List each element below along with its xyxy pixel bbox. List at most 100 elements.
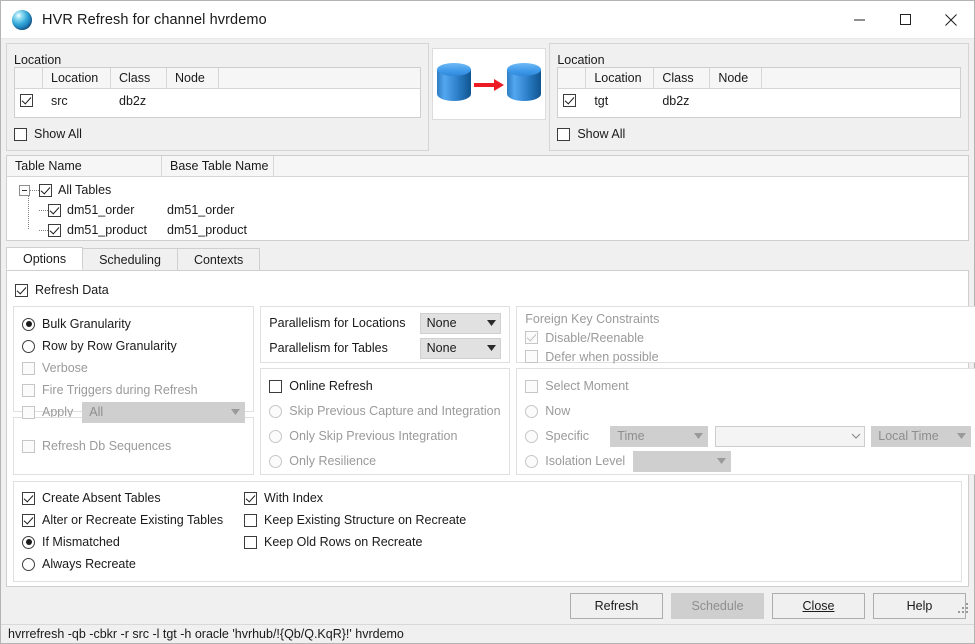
close-icon[interactable] bbox=[928, 1, 974, 38]
parallelism-tables-row[interactable]: Parallelism for Tables None bbox=[269, 337, 502, 359]
with-index-checkbox[interactable] bbox=[244, 491, 257, 505]
online-refresh-row[interactable]: Online Refresh bbox=[269, 375, 501, 397]
target-row-class: db2z bbox=[662, 93, 690, 108]
parallelism-locations-combo[interactable]: None bbox=[419, 312, 502, 334]
minimize-icon[interactable] bbox=[836, 1, 882, 38]
create-absent-tables-checkbox[interactable] bbox=[22, 491, 35, 505]
table-row[interactable]: tgt db2z bbox=[558, 89, 960, 112]
isolation-level-label: Isolation Level bbox=[545, 454, 626, 468]
options-tab-panel: Refresh Data Bulk Granularity Row by Row… bbox=[6, 271, 975, 587]
granularity-box: Bulk Granularity Row by Row Granularity … bbox=[13, 306, 255, 423]
target-col-check bbox=[558, 68, 587, 88]
source-row-checkbox[interactable] bbox=[20, 94, 33, 107]
target-show-all-row[interactable]: Show All bbox=[557, 125, 961, 144]
moment-timezone-combo: Local Time bbox=[871, 425, 972, 447]
list-item[interactable]: dm51_product dm51_product bbox=[7, 220, 968, 240]
source-location-list[interactable]: Location Class Node src db2z bbox=[14, 67, 421, 118]
db-sequences-box: Refresh Db Sequences bbox=[13, 417, 255, 475]
only-resilience-row: Only Resilience bbox=[269, 450, 501, 472]
refresh-data-checkbox[interactable] bbox=[15, 283, 28, 297]
refresh-button[interactable]: Refresh bbox=[570, 593, 663, 619]
target-show-all-label: Show All bbox=[577, 127, 626, 142]
close-button-label: Close bbox=[802, 599, 835, 613]
chevron-down-icon bbox=[713, 458, 730, 464]
source-show-all-label: Show All bbox=[34, 127, 82, 142]
foreign-key-constraints-title-row: Foreign Key Constraints bbox=[525, 310, 971, 328]
alter-or-recreate-row[interactable]: Alter or Recreate Existing Tables bbox=[22, 509, 244, 531]
bulk-granularity-row[interactable]: Bulk Granularity bbox=[22, 313, 245, 335]
moment-type-value: Time bbox=[617, 429, 645, 443]
keep-existing-structure-checkbox[interactable] bbox=[244, 513, 257, 527]
base-table-name-dm51-order: dm51_order bbox=[167, 203, 235, 217]
table-checkbox-dm51-product[interactable] bbox=[48, 223, 61, 237]
parallelism-locations-value: None bbox=[426, 316, 457, 330]
verbose-checkbox bbox=[22, 361, 35, 375]
target-row-checkbox[interactable] bbox=[563, 94, 577, 107]
if-mismatched-radio[interactable] bbox=[22, 535, 35, 549]
parallelism-locations-row[interactable]: Parallelism for Locations None bbox=[269, 312, 502, 334]
keep-old-rows-row[interactable]: Keep Old Rows on Recreate bbox=[244, 531, 953, 553]
online-refresh-checkbox[interactable] bbox=[269, 379, 283, 393]
alter-or-recreate-checkbox[interactable] bbox=[22, 513, 35, 527]
only-resilience-radio bbox=[269, 454, 283, 468]
target-show-all-checkbox[interactable] bbox=[557, 127, 571, 141]
isolation-level-combo bbox=[633, 450, 732, 472]
tabs-area: Options Scheduling Contexts Refresh Data… bbox=[6, 247, 975, 587]
command-line-text: hvrrefresh -qb -cbkr -r src -l tgt -h or… bbox=[8, 627, 404, 641]
source-row-checkbox-cell[interactable] bbox=[15, 94, 43, 107]
if-mismatched-label: If Mismatched bbox=[42, 535, 120, 549]
skip-previous-capture-label: Skip Previous Capture and Integration bbox=[289, 404, 501, 418]
isolation-level-radio bbox=[525, 454, 539, 468]
tables-tree-panel[interactable]: Table Name Base Table Name All Tables dm… bbox=[6, 155, 969, 241]
chevron-down-icon bbox=[483, 320, 500, 326]
source-row-class: db2z bbox=[119, 93, 147, 108]
verbose-label: Verbose bbox=[42, 361, 88, 375]
target-row-checkbox-cell[interactable] bbox=[558, 94, 586, 107]
keep-existing-structure-row[interactable]: Keep Existing Structure on Recreate bbox=[244, 509, 953, 531]
refresh-data-row[interactable]: Refresh Data bbox=[15, 279, 962, 301]
bulk-granularity-radio[interactable] bbox=[22, 317, 35, 331]
target-col-class: Class bbox=[654, 68, 711, 88]
if-mismatched-row[interactable]: If Mismatched bbox=[22, 531, 244, 553]
with-index-row[interactable]: With Index bbox=[244, 487, 953, 509]
status-bar: hvrrefresh -qb -cbkr -r src -l tgt -h or… bbox=[1, 624, 974, 643]
source-location-list-header: Location Class Node bbox=[15, 68, 420, 89]
always-recreate-row[interactable]: Always Recreate bbox=[22, 553, 244, 575]
close-button[interactable]: Close bbox=[772, 593, 865, 619]
row-by-row-granularity-radio[interactable] bbox=[22, 339, 35, 353]
source-show-all-checkbox[interactable] bbox=[14, 127, 27, 141]
keep-old-rows-checkbox[interactable] bbox=[244, 535, 257, 549]
list-item[interactable]: dm51_order dm51_order bbox=[7, 200, 968, 220]
fire-triggers-row: Fire Triggers during Refresh bbox=[22, 379, 245, 401]
help-button[interactable]: Help bbox=[873, 593, 966, 619]
always-recreate-radio[interactable] bbox=[22, 557, 35, 571]
tab-options[interactable]: Options bbox=[6, 247, 84, 270]
target-location-list[interactable]: Location Class Node tgt db2z bbox=[557, 67, 961, 118]
hvr-sphere-icon bbox=[12, 9, 32, 30]
row-by-row-granularity-row[interactable]: Row by Row Granularity bbox=[22, 335, 245, 357]
collapse-icon[interactable] bbox=[19, 184, 30, 196]
source-col-class: Class bbox=[111, 68, 167, 88]
source-col-location: Location bbox=[43, 68, 111, 88]
maximize-icon[interactable] bbox=[882, 1, 928, 38]
chevron-down-icon bbox=[227, 409, 244, 415]
base-table-name-dm51-product: dm51_product bbox=[167, 223, 247, 237]
refresh-data-label: Refresh Data bbox=[35, 283, 109, 297]
tab-contexts[interactable]: Contexts bbox=[176, 248, 261, 270]
source-show-all-row[interactable]: Show All bbox=[14, 125, 421, 144]
source-row-location: src bbox=[51, 93, 68, 108]
refresh-db-sequences-checkbox bbox=[22, 439, 35, 453]
tab-scheduling[interactable]: Scheduling bbox=[82, 248, 178, 270]
table-row[interactable]: src db2z bbox=[15, 89, 420, 112]
all-tables-checkbox[interactable] bbox=[39, 183, 52, 197]
table-checkbox-dm51-order[interactable] bbox=[48, 203, 61, 217]
resize-grip[interactable] bbox=[958, 603, 970, 615]
skip-previous-capture-row: Skip Previous Capture and Integration bbox=[269, 400, 501, 422]
create-absent-tables-label: Create Absent Tables bbox=[42, 491, 161, 505]
moment-type-combo: Time bbox=[610, 425, 709, 447]
table-creation-left-column: Create Absent Tables Alter or Recreate E… bbox=[22, 487, 244, 575]
isolation-level-row: Isolation Level bbox=[525, 450, 971, 472]
tree-node-all-tables[interactable]: All Tables bbox=[7, 180, 968, 200]
parallelism-tables-combo[interactable]: None bbox=[419, 337, 502, 359]
create-absent-tables-row[interactable]: Create Absent Tables bbox=[22, 487, 244, 509]
